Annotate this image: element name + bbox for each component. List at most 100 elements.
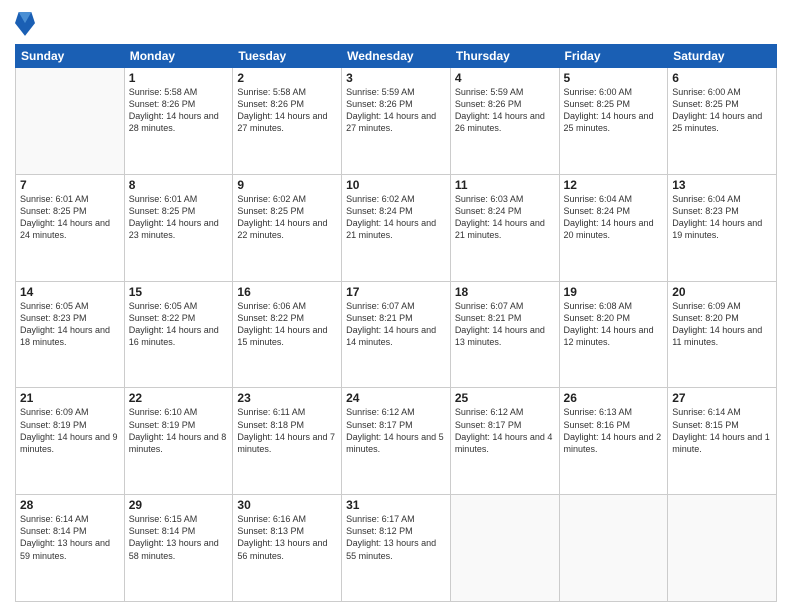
page: SundayMondayTuesdayWednesdayThursdayFrid… [0,0,792,612]
day-number: 20 [672,285,772,299]
calendar-week-row: 1Sunrise: 5:58 AMSunset: 8:26 PMDaylight… [16,68,777,175]
calendar-cell [668,495,777,602]
calendar-cell: 25Sunrise: 6:12 AMSunset: 8:17 PMDayligh… [450,388,559,495]
calendar-cell: 29Sunrise: 6:15 AMSunset: 8:14 PMDayligh… [124,495,233,602]
day-number: 26 [564,391,664,405]
day-number: 30 [237,498,337,512]
day-number: 10 [346,178,446,192]
calendar-cell [559,495,668,602]
day-info: Sunrise: 6:13 AMSunset: 8:16 PMDaylight:… [564,406,664,455]
day-info: Sunrise: 6:10 AMSunset: 8:19 PMDaylight:… [129,406,229,455]
day-number: 29 [129,498,229,512]
day-info: Sunrise: 6:08 AMSunset: 8:20 PMDaylight:… [564,300,664,349]
day-info: Sunrise: 6:01 AMSunset: 8:25 PMDaylight:… [20,193,120,242]
weekday-header-row: SundayMondayTuesdayWednesdayThursdayFrid… [16,45,777,68]
day-info: Sunrise: 6:07 AMSunset: 8:21 PMDaylight:… [455,300,555,349]
day-info: Sunrise: 6:06 AMSunset: 8:22 PMDaylight:… [237,300,337,349]
calendar-cell: 15Sunrise: 6:05 AMSunset: 8:22 PMDayligh… [124,281,233,388]
day-info: Sunrise: 6:02 AMSunset: 8:25 PMDaylight:… [237,193,337,242]
calendar-cell: 3Sunrise: 5:59 AMSunset: 8:26 PMDaylight… [342,68,451,175]
day-number: 19 [564,285,664,299]
day-number: 11 [455,178,555,192]
calendar-week-row: 28Sunrise: 6:14 AMSunset: 8:14 PMDayligh… [16,495,777,602]
calendar-week-row: 14Sunrise: 6:05 AMSunset: 8:23 PMDayligh… [16,281,777,388]
day-number: 31 [346,498,446,512]
day-number: 15 [129,285,229,299]
day-info: Sunrise: 6:00 AMSunset: 8:25 PMDaylight:… [672,86,772,135]
calendar-cell: 20Sunrise: 6:09 AMSunset: 8:20 PMDayligh… [668,281,777,388]
day-info: Sunrise: 5:58 AMSunset: 8:26 PMDaylight:… [237,86,337,135]
day-number: 28 [20,498,120,512]
day-number: 1 [129,71,229,85]
day-number: 6 [672,71,772,85]
day-number: 16 [237,285,337,299]
calendar-cell [450,495,559,602]
weekday-header-thursday: Thursday [450,45,559,68]
day-info: Sunrise: 6:04 AMSunset: 8:23 PMDaylight:… [672,193,772,242]
day-number: 25 [455,391,555,405]
day-number: 24 [346,391,446,405]
calendar-cell: 10Sunrise: 6:02 AMSunset: 8:24 PMDayligh… [342,174,451,281]
day-number: 14 [20,285,120,299]
calendar-cell: 12Sunrise: 6:04 AMSunset: 8:24 PMDayligh… [559,174,668,281]
day-number: 12 [564,178,664,192]
day-info: Sunrise: 6:17 AMSunset: 8:12 PMDaylight:… [346,513,446,562]
calendar-cell: 21Sunrise: 6:09 AMSunset: 8:19 PMDayligh… [16,388,125,495]
calendar-cell: 31Sunrise: 6:17 AMSunset: 8:12 PMDayligh… [342,495,451,602]
day-info: Sunrise: 6:16 AMSunset: 8:13 PMDaylight:… [237,513,337,562]
calendar-cell: 7Sunrise: 6:01 AMSunset: 8:25 PMDaylight… [16,174,125,281]
calendar-cell: 30Sunrise: 6:16 AMSunset: 8:13 PMDayligh… [233,495,342,602]
day-number: 18 [455,285,555,299]
day-number: 5 [564,71,664,85]
day-info: Sunrise: 6:02 AMSunset: 8:24 PMDaylight:… [346,193,446,242]
weekday-header-wednesday: Wednesday [342,45,451,68]
day-info: Sunrise: 6:14 AMSunset: 8:15 PMDaylight:… [672,406,772,455]
calendar-cell: 13Sunrise: 6:04 AMSunset: 8:23 PMDayligh… [668,174,777,281]
calendar-cell: 18Sunrise: 6:07 AMSunset: 8:21 PMDayligh… [450,281,559,388]
day-info: Sunrise: 6:00 AMSunset: 8:25 PMDaylight:… [564,86,664,135]
day-info: Sunrise: 6:05 AMSunset: 8:22 PMDaylight:… [129,300,229,349]
weekday-header-sunday: Sunday [16,45,125,68]
day-info: Sunrise: 6:11 AMSunset: 8:18 PMDaylight:… [237,406,337,455]
day-info: Sunrise: 6:14 AMSunset: 8:14 PMDaylight:… [20,513,120,562]
day-number: 8 [129,178,229,192]
calendar-cell: 19Sunrise: 6:08 AMSunset: 8:20 PMDayligh… [559,281,668,388]
calendar-cell: 5Sunrise: 6:00 AMSunset: 8:25 PMDaylight… [559,68,668,175]
calendar-cell: 9Sunrise: 6:02 AMSunset: 8:25 PMDaylight… [233,174,342,281]
weekday-header-monday: Monday [124,45,233,68]
calendar-cell: 28Sunrise: 6:14 AMSunset: 8:14 PMDayligh… [16,495,125,602]
day-number: 17 [346,285,446,299]
logo-icon [15,10,35,38]
day-info: Sunrise: 6:07 AMSunset: 8:21 PMDaylight:… [346,300,446,349]
day-number: 23 [237,391,337,405]
calendar-cell: 24Sunrise: 6:12 AMSunset: 8:17 PMDayligh… [342,388,451,495]
weekday-header-friday: Friday [559,45,668,68]
calendar-cell: 16Sunrise: 6:06 AMSunset: 8:22 PMDayligh… [233,281,342,388]
calendar-week-row: 21Sunrise: 6:09 AMSunset: 8:19 PMDayligh… [16,388,777,495]
day-info: Sunrise: 6:01 AMSunset: 8:25 PMDaylight:… [129,193,229,242]
day-number: 4 [455,71,555,85]
calendar-cell: 22Sunrise: 6:10 AMSunset: 8:19 PMDayligh… [124,388,233,495]
weekday-header-tuesday: Tuesday [233,45,342,68]
day-info: Sunrise: 5:59 AMSunset: 8:26 PMDaylight:… [455,86,555,135]
calendar-cell: 1Sunrise: 5:58 AMSunset: 8:26 PMDaylight… [124,68,233,175]
calendar-cell: 8Sunrise: 6:01 AMSunset: 8:25 PMDaylight… [124,174,233,281]
calendar-cell: 27Sunrise: 6:14 AMSunset: 8:15 PMDayligh… [668,388,777,495]
day-info: Sunrise: 6:15 AMSunset: 8:14 PMDaylight:… [129,513,229,562]
day-info: Sunrise: 5:59 AMSunset: 8:26 PMDaylight:… [346,86,446,135]
day-number: 27 [672,391,772,405]
day-info: Sunrise: 5:58 AMSunset: 8:26 PMDaylight:… [129,86,229,135]
calendar-cell: 6Sunrise: 6:00 AMSunset: 8:25 PMDaylight… [668,68,777,175]
day-number: 7 [20,178,120,192]
calendar-cell: 26Sunrise: 6:13 AMSunset: 8:16 PMDayligh… [559,388,668,495]
calendar-table: SundayMondayTuesdayWednesdayThursdayFrid… [15,44,777,602]
calendar-cell: 2Sunrise: 5:58 AMSunset: 8:26 PMDaylight… [233,68,342,175]
weekday-header-saturday: Saturday [668,45,777,68]
day-number: 9 [237,178,337,192]
header [15,10,777,38]
day-number: 21 [20,391,120,405]
day-info: Sunrise: 6:09 AMSunset: 8:20 PMDaylight:… [672,300,772,349]
day-info: Sunrise: 6:05 AMSunset: 8:23 PMDaylight:… [20,300,120,349]
day-number: 2 [237,71,337,85]
day-number: 3 [346,71,446,85]
